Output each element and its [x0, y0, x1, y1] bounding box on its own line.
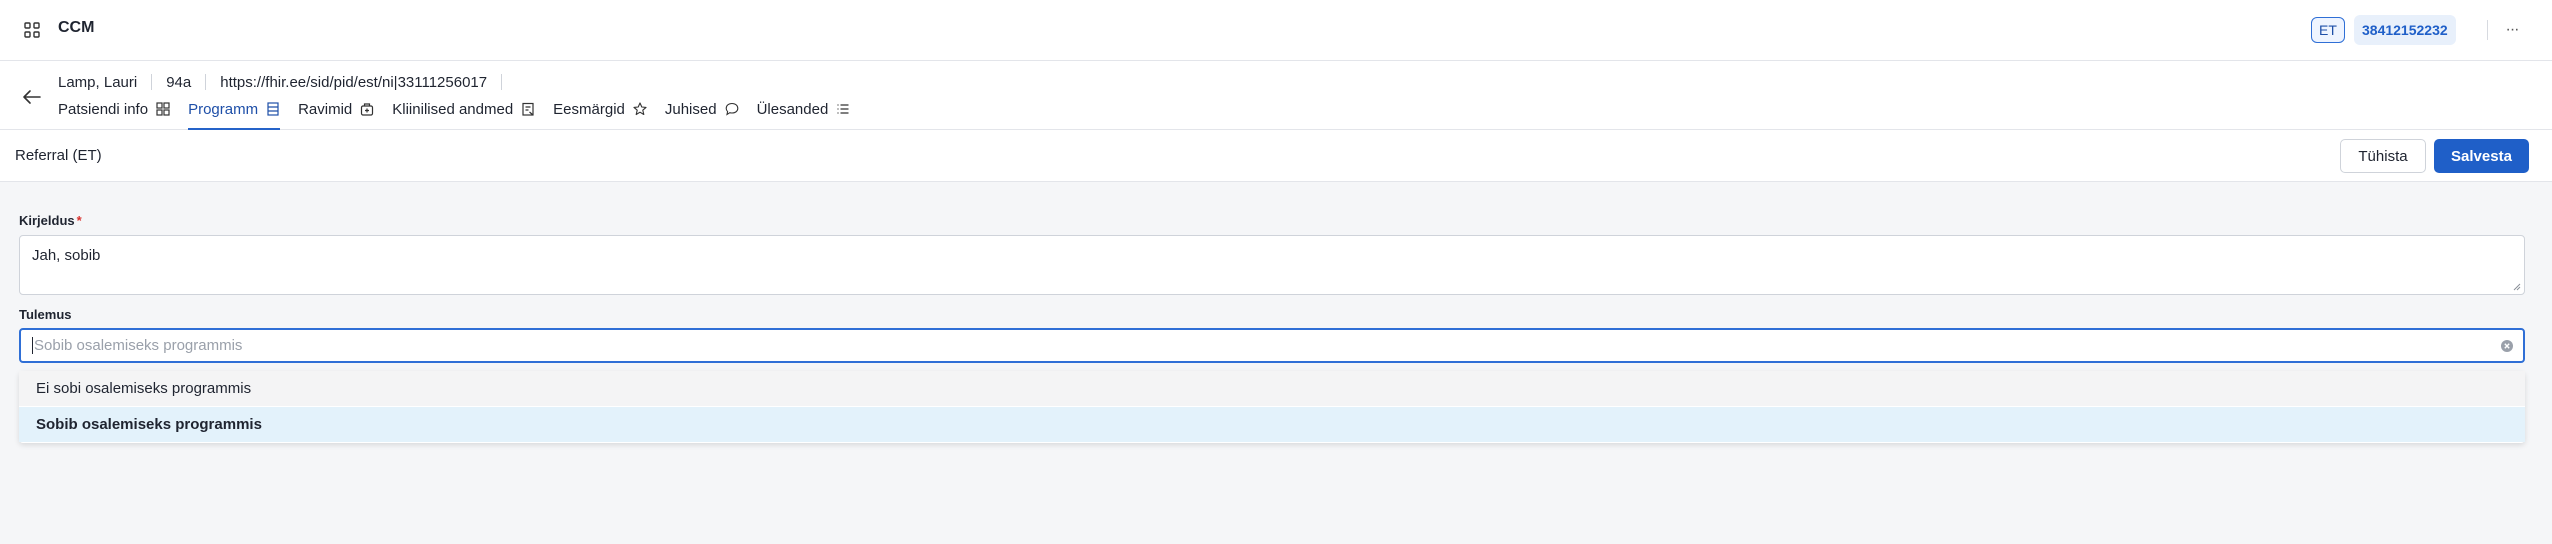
clipboard-icon — [522, 102, 534, 116]
grid-icon — [156, 102, 170, 116]
description-textarea[interactable]: Jah, sobib — [19, 235, 2525, 295]
cancel-button[interactable]: Tühista — [2340, 139, 2426, 173]
patient-identifier: https://fhir.ee/sid/pid/est/ni|331112560… — [220, 73, 488, 91]
resize-handle-icon[interactable] — [2513, 283, 2521, 291]
more-options-icon[interactable]: ··· — [2502, 20, 2522, 40]
dropdown-option-eligible[interactable]: Sobib osalemiseks programmis — [19, 407, 2525, 442]
result-dropdown-menu: Ei sobi osalemiseks programmis Sobib osa… — [19, 371, 2525, 443]
result-label: Tulemus — [19, 307, 72, 322]
form-action-bar: Referral (ET) Tühista Salvesta — [0, 130, 2552, 182]
text-cursor — [32, 337, 33, 354]
tab-label: Eesmärgid — [553, 100, 625, 118]
patient-info: Lamp, Lauri 94a https://fhir.ee/sid/pid/… — [58, 72, 516, 92]
form-title: Referral (ET) — [15, 147, 102, 164]
tab-label: Juhised — [664, 100, 717, 118]
apps-grid-icon[interactable] — [24, 22, 40, 38]
patient-header: Lamp, Lauri 94a https://fhir.ee/sid/pid/… — [0, 61, 2552, 130]
patient-age: 94a — [166, 73, 192, 91]
description-label-text: Kirjeldus — [19, 213, 75, 228]
tab-label: Patsiendi info — [58, 100, 149, 118]
separator — [205, 74, 207, 90]
description-value: Jah, sobib — [32, 247, 101, 264]
back-arrow-icon[interactable] — [22, 89, 42, 105]
patient-tabs: Patsiendi info Programm Ravimid Kliinili… — [58, 97, 868, 130]
tab-goals[interactable]: Eesmärgid — [553, 97, 647, 121]
language-switcher[interactable]: ET — [2311, 17, 2345, 43]
chat-bubble-icon — [725, 102, 738, 116]
header-divider — [2487, 20, 2488, 40]
tab-program[interactable]: Programm — [188, 97, 281, 130]
result-select-input[interactable]: Sobib osalemiseks programmis — [19, 328, 2525, 363]
tab-tasks[interactable]: Ülesanded — [757, 97, 851, 121]
result-placeholder: Sobib osalemiseks programmis — [34, 337, 243, 354]
required-marker: * — [76, 213, 82, 228]
star-icon — [633, 102, 647, 116]
tab-label: Ülesanded — [756, 100, 829, 118]
separator — [151, 74, 153, 90]
tab-label: Ravimid — [298, 100, 353, 118]
app-header: CCM ET 38412152232 ··· — [0, 0, 2552, 61]
user-id-badge[interactable]: 38412152232 — [2354, 15, 2456, 45]
tab-instructions[interactable]: Juhised — [665, 97, 739, 121]
description-label: Kirjeldus * — [19, 213, 82, 228]
separator — [501, 74, 503, 90]
app-title: CCM — [58, 19, 95, 36]
document-icon — [267, 102, 279, 116]
medicine-box-icon — [361, 103, 374, 116]
patient-name: Lamp, Lauri — [58, 73, 138, 91]
tab-patient-info[interactable]: Patsiendi info — [58, 97, 170, 121]
clear-icon[interactable] — [2500, 339, 2514, 353]
tab-label: Programm — [188, 100, 259, 118]
tab-label: Kliinilised andmed — [392, 100, 514, 118]
list-icon — [837, 104, 849, 114]
dropdown-option-not-eligible[interactable]: Ei sobi osalemiseks programmis — [19, 371, 2525, 406]
tab-medications[interactable]: Ravimid — [298, 97, 374, 121]
tab-clinical-data[interactable]: Kliinilised andmed — [392, 97, 535, 121]
save-button[interactable]: Salvesta — [2434, 139, 2529, 173]
